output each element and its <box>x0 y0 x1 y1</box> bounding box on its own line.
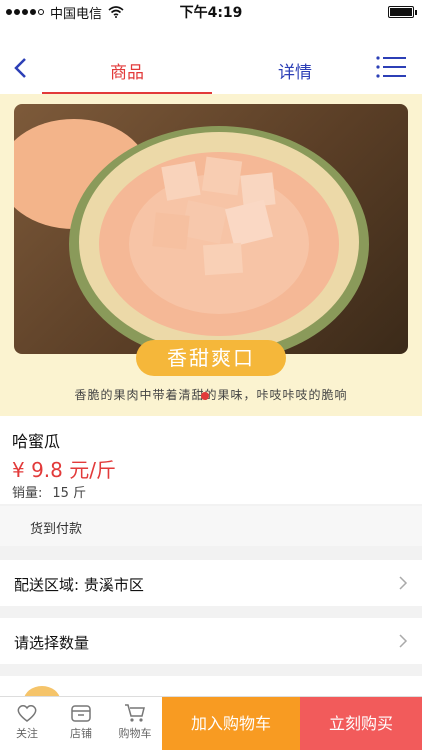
heart-icon <box>17 705 37 722</box>
status-left: 中国电信 <box>0 3 160 22</box>
product-image-banner[interactable]: 香甜爽口 香脆的果肉中带着清甜的果味，咔吱咔吱的脆响 <box>0 94 422 416</box>
signal-strength-icon <box>6 9 44 15</box>
carrier-name: 中国电信 <box>50 6 103 22</box>
status-right <box>262 6 422 18</box>
partially-visible-section <box>0 676 422 714</box>
tab-detail[interactable]: 详情 <box>210 58 380 83</box>
slogan-badge: 香甜爽口 <box>136 340 286 376</box>
sales-count: 销量: 15 斤 <box>12 482 86 501</box>
sales-value: 15 斤 <box>52 486 87 501</box>
back-arrow-icon[interactable] <box>10 56 34 80</box>
payment-method: 货到付款 <box>0 506 422 546</box>
sales-label: 销量: <box>12 486 43 501</box>
chevron-right-icon <box>399 634 408 648</box>
banner-caption: 香脆的果肉中带着清甜的果味，咔吱咔吱的脆响 <box>74 388 348 402</box>
menu-list-icon[interactable] <box>376 56 406 78</box>
carousel-indicator-dot <box>201 392 209 400</box>
buy-now-button[interactable]: 立刻购买 <box>300 697 422 750</box>
delivery-area-label: 配送区域: 贵溪市区 <box>14 576 144 594</box>
quantity-select-label: 请选择数量 <box>14 634 90 652</box>
status-time: 下午4:19 <box>179 5 243 21</box>
quantity-select-row[interactable]: 请选择数量 <box>0 618 422 664</box>
wifi-icon <box>108 6 124 18</box>
status-bar: 中国电信 下午4:19 <box>0 0 422 24</box>
shop-label: 店铺 <box>70 727 92 740</box>
follow-label: 关注 <box>16 727 38 740</box>
melon-photo <box>14 104 408 354</box>
cart-label: 购物车 <box>118 727 152 740</box>
follow-button[interactable]: 关注 <box>0 703 54 741</box>
delivery-area-row[interactable]: 配送区域: 贵溪市区 <box>0 560 422 606</box>
product-price: ¥ 9.8 元/斤 <box>12 458 116 482</box>
product-name: 哈蜜瓜 <box>12 432 61 451</box>
cart-button[interactable]: 购物车 <box>108 703 162 741</box>
partial-avatar-icon <box>24 686 60 714</box>
shop-button[interactable]: 店铺 <box>54 703 108 741</box>
add-to-cart-button[interactable]: 加入购物车 <box>162 697 300 750</box>
payment-method-label: 货到付款 <box>30 522 83 537</box>
tab-goods[interactable]: 商品 <box>42 58 212 83</box>
store-icon <box>71 705 91 722</box>
chevron-right-icon <box>399 576 408 590</box>
product-info: 哈蜜瓜 ¥ 9.8 元/斤 销量: 15 斤 <box>0 416 422 504</box>
shopping-cart-icon <box>125 704 145 722</box>
bottom-action-bar: 关注 店铺 购物车 加入购物车 立刻购买 <box>0 696 422 750</box>
battery-icon <box>388 6 417 18</box>
top-navigation: 商品 详情 <box>0 24 422 94</box>
